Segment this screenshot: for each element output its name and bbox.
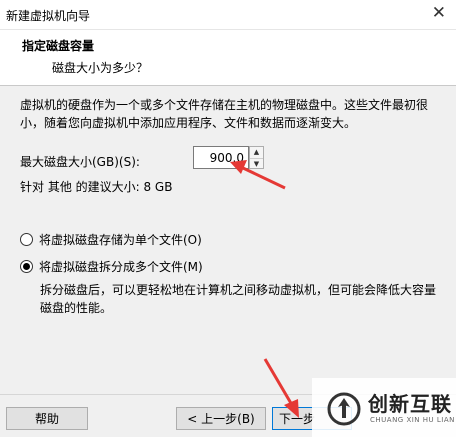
disk-size-field[interactable] (193, 146, 249, 169)
disk-size-input[interactable] (194, 147, 248, 168)
watermark-logo-icon (327, 392, 361, 426)
page-subtitle: 磁盘大小为多少？ (52, 61, 149, 75)
split-files-option[interactable]: 将虚拟磁盘拆分成多个文件(M) (20, 258, 203, 275)
watermark-text: 创新互联 (368, 392, 452, 416)
single-file-label[interactable]: 将虚拟磁盘存储为单个文件(O) (39, 231, 202, 248)
single-file-option[interactable]: 将虚拟磁盘存储为单个文件(O) (20, 231, 202, 248)
split-files-label[interactable]: 将虚拟磁盘拆分成多个文件(M) (39, 258, 203, 275)
split-files-radio[interactable] (20, 260, 33, 273)
help-button[interactable]: 帮助 (6, 407, 88, 430)
title-bar: 新建虚拟机向导 ✕ (0, 0, 456, 30)
window-title: 新建虚拟机向导 (6, 9, 91, 23)
spin-up-icon[interactable]: ▲ (250, 147, 263, 158)
disk-description: 虚拟机的硬盘作为一个或多个文件存储在主机的物理磁盘中。这些文件最初很小，随着您向… (20, 98, 429, 130)
spin-down-icon[interactable]: ▼ (250, 158, 263, 168)
close-icon[interactable]: ✕ (432, 3, 446, 23)
disk-size-spinner[interactable]: ▲ ▼ (249, 146, 264, 169)
disk-size-label: 最大磁盘大小(GB)(S): (20, 155, 140, 169)
recommended-size: 针对 其他 的建议大小: 8 GB (20, 180, 173, 194)
back-button[interactable]: < 上一步(B) (176, 407, 266, 430)
single-file-radio[interactable] (20, 233, 33, 246)
split-description: 拆分磁盘后，可以更轻松地在计算机之间移动虚拟机，但可能会降低大容量磁盘的性能。 (40, 283, 437, 315)
page-title: 指定磁盘容量 (22, 39, 95, 53)
wizard-header: 指定磁盘容量 磁盘大小为多少？ (0, 30, 456, 86)
watermark: 创新互联 CHUANG XIN HU LIAN (312, 378, 456, 437)
watermark-subtext: CHUANG XIN HU LIAN (370, 416, 455, 424)
